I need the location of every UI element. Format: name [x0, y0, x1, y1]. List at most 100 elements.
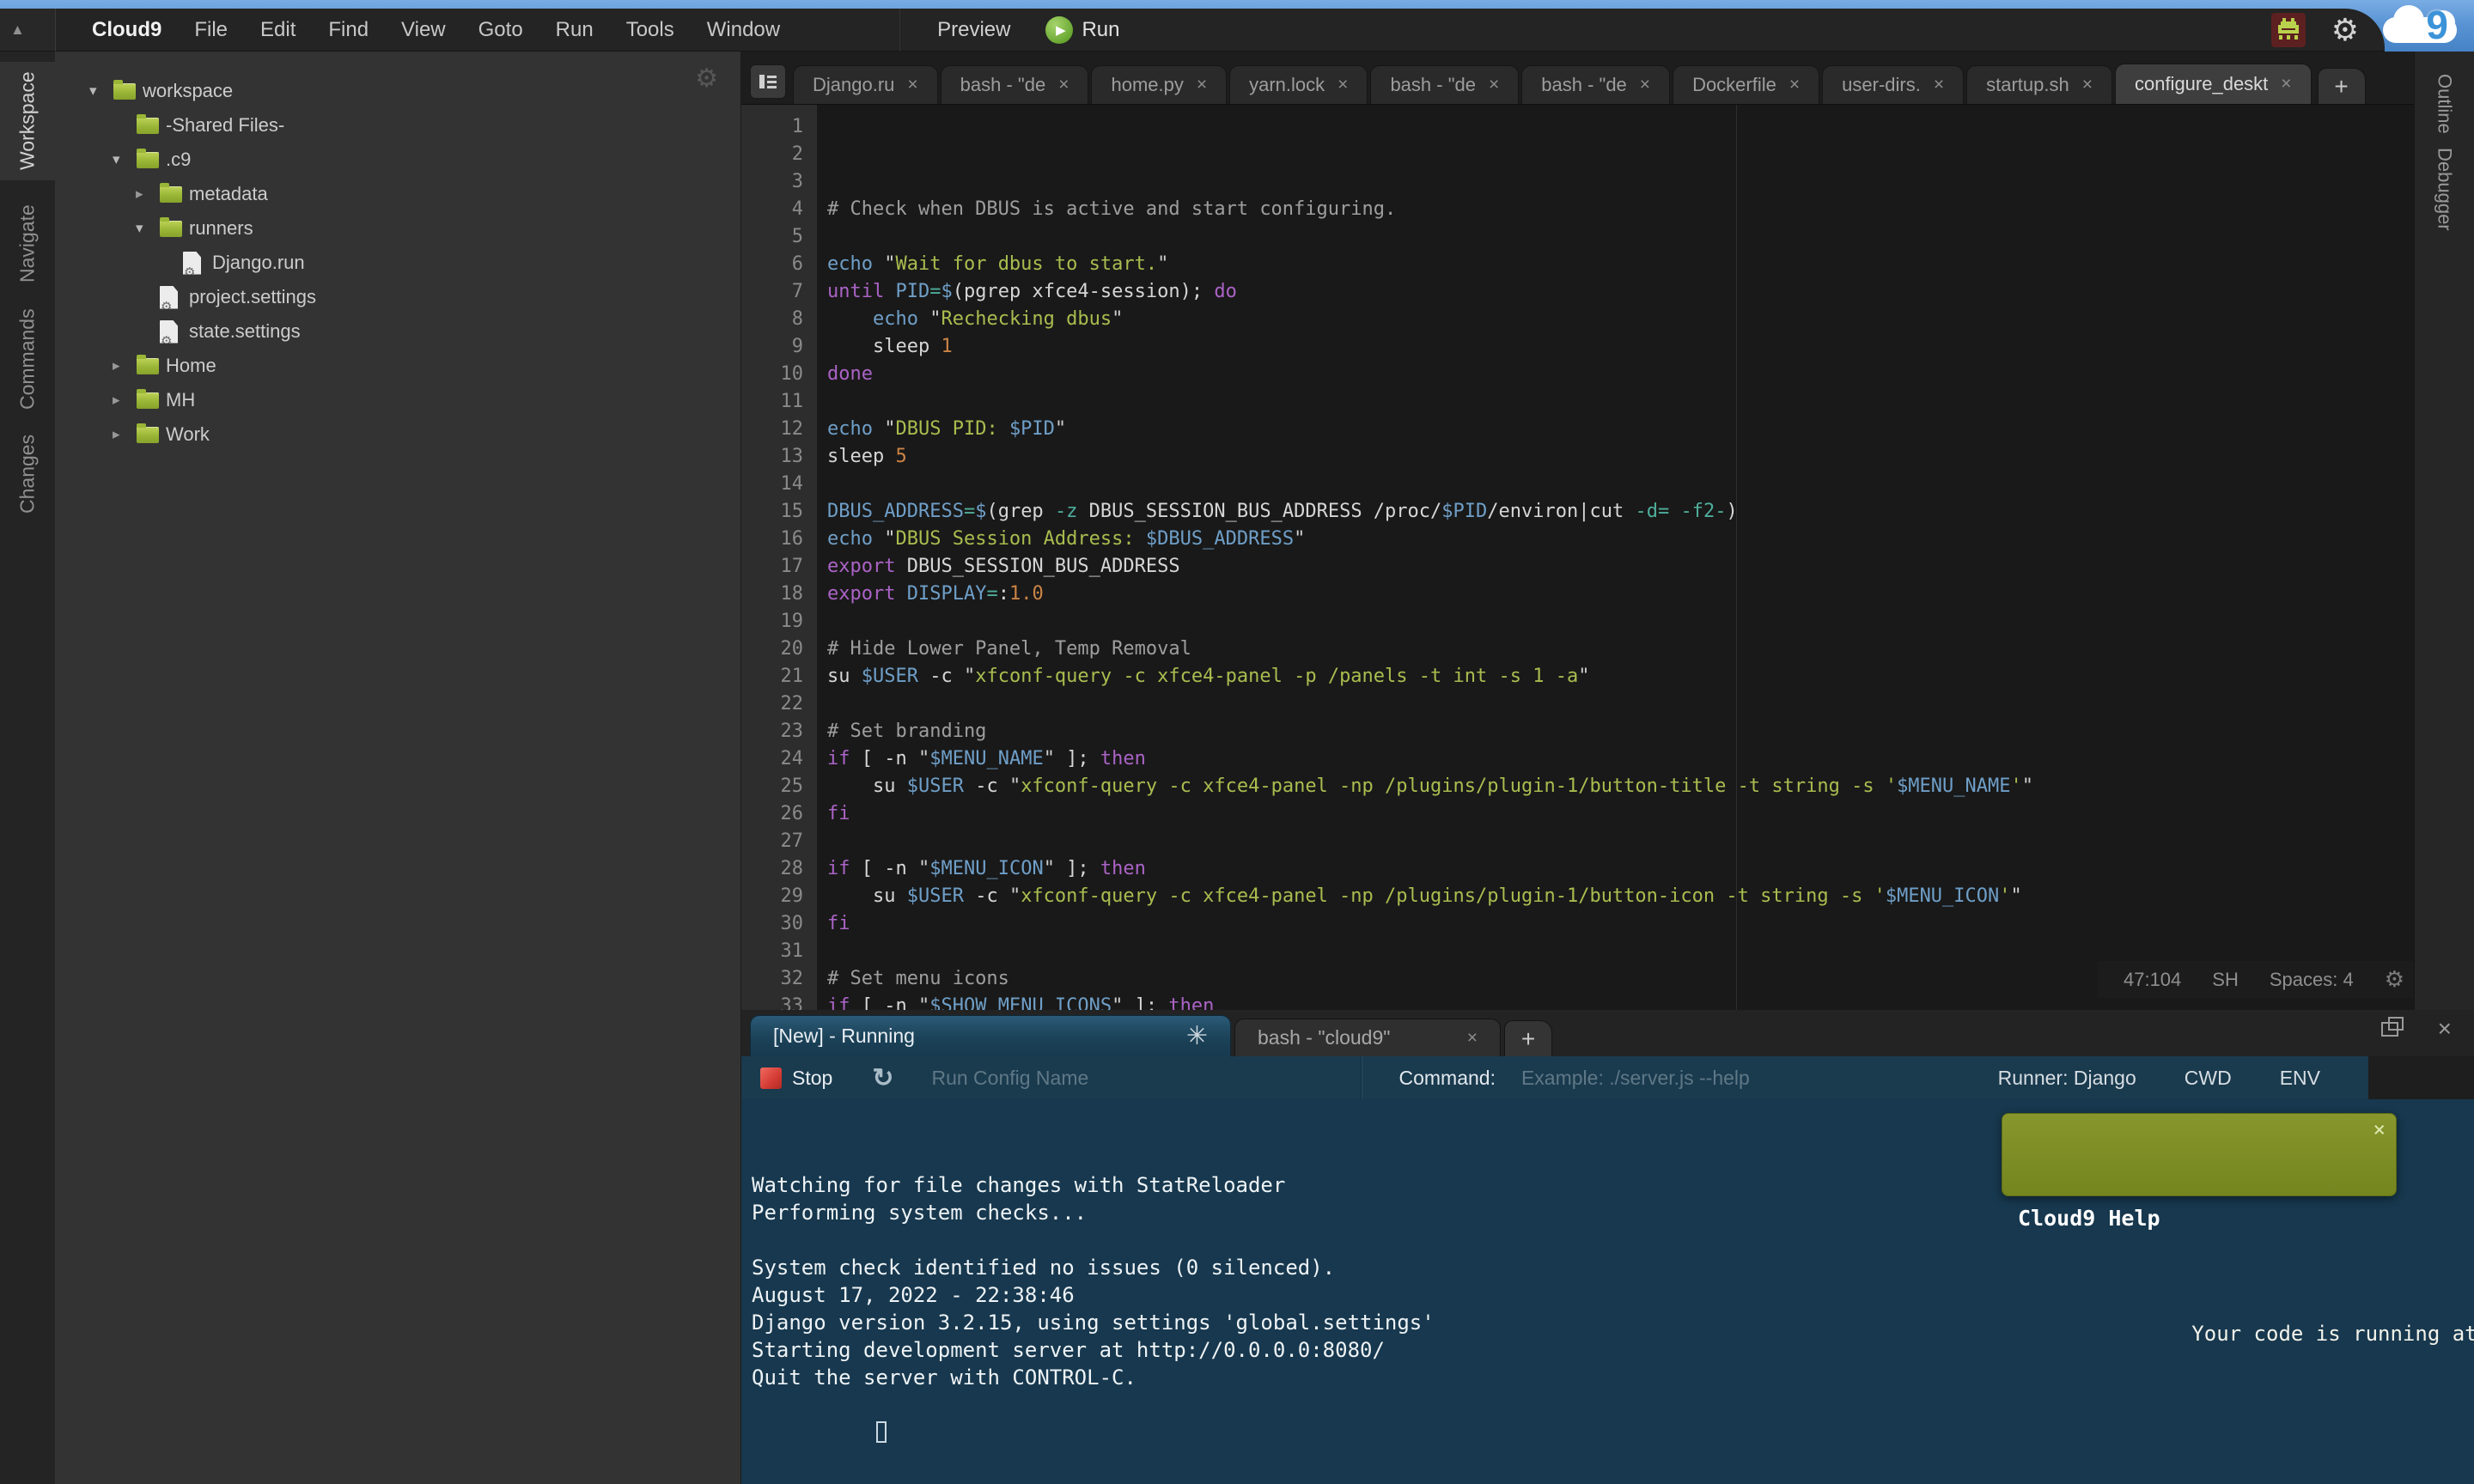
indent-setting[interactable]: Spaces: 4 [2270, 969, 2354, 991]
sidebar-tab-commands[interactable]: Commands [0, 307, 55, 411]
tab-close-icon[interactable]: × [1467, 1028, 1478, 1049]
spinner-icon: ✳ [1186, 1021, 1208, 1051]
menu-items: Cloud9FileEditFindViewGotoRunToolsWindow [56, 18, 796, 42]
code-line [827, 388, 2414, 416]
editor-tab-home-py[interactable]: home.py× [1091, 65, 1227, 104]
tree-open-arrow-icon[interactable]: ▾ [113, 151, 137, 168]
tab-close-icon[interactable]: × [1789, 75, 1800, 95]
tab-close-icon[interactable]: × [1934, 75, 1944, 95]
new-console-tab-button[interactable]: + [1504, 1020, 1552, 1056]
editor-tab-configure-deskt[interactable]: configure_deskt× [2115, 64, 2312, 104]
tree-item-state-settings[interactable]: state.settings [55, 314, 740, 349]
editor-tab-bash-de[interactable]: bash - "de× [941, 65, 1089, 104]
menu-item-edit[interactable]: Edit [244, 18, 312, 42]
refresh-icon[interactable]: ↻ [872, 1063, 893, 1093]
editor-settings-gear-icon[interactable]: ⚙ [2385, 966, 2404, 993]
tree-item-runners[interactable]: ▾runners [55, 211, 740, 246]
window-close-icon[interactable]: × [2438, 1020, 2452, 1037]
preview-button[interactable]: Preview [921, 18, 1027, 42]
tab-list-button[interactable] [750, 64, 786, 99]
tab-close-icon[interactable]: × [2281, 74, 2291, 94]
line-number-gutter: 1234567891011121314151617181920212223242… [741, 105, 817, 1010]
editor-tab-django-ru[interactable]: Django.ru× [793, 65, 938, 104]
runner-selector[interactable]: Runner: Django [1998, 1067, 2136, 1090]
console-tab-bash-cloud9-[interactable]: bash - "cloud9"× [1234, 1019, 1501, 1056]
tree-item--c9[interactable]: ▾.c9 [55, 143, 740, 177]
code-line: export DBUS_SESSION_BUS_ADDRESS [827, 553, 2414, 581]
editor-tab-startup-sh[interactable]: startup.sh× [1966, 65, 2112, 104]
tree-open-arrow-icon[interactable]: ▾ [89, 82, 113, 100]
tree-item-project-settings[interactable]: project.settings [55, 280, 740, 314]
tree-closed-arrow-icon[interactable]: ▸ [113, 357, 137, 374]
code-editor[interactable]: 1234567891011121314151617181920212223242… [741, 105, 2414, 1010]
code-line: done [827, 361, 2414, 388]
menu-item-cloud9[interactable]: Cloud9 [92, 18, 178, 42]
menu-item-goto[interactable]: Goto [462, 18, 539, 42]
editor-tab-user-dirs-[interactable]: user-dirs.× [1822, 65, 1964, 104]
editor-tab-yarn-lock[interactable]: yarn.lock× [1229, 65, 1368, 104]
console-tab--new-running[interactable]: [New] - Running✳ [750, 1015, 1231, 1056]
titlebar: ▲ Cloud9FileEditFindViewGotoRunToolsWind… [0, 0, 2474, 52]
terminal-output[interactable]: Watching for file changes with StatReloa… [741, 1099, 2474, 1484]
tree-item-django-run[interactable]: Django.run [55, 246, 740, 280]
editor-tab-bash-de[interactable]: bash - "de× [1521, 65, 1670, 104]
editor-tab-dockerfile[interactable]: Dockerfile × [1673, 65, 1819, 104]
tree-closed-arrow-icon[interactable]: ▸ [136, 186, 160, 203]
editor-zone: Django.ru×bash - "de×home.py×yarn.lock×b… [741, 52, 2474, 1010]
tab-close-icon[interactable]: × [1197, 75, 1207, 95]
cloud9-logo[interactable]: 9 [2383, 5, 2462, 46]
popup-close-icon[interactable]: × [2373, 1116, 2386, 1143]
tree-closed-arrow-icon[interactable]: ▸ [113, 426, 137, 443]
tab-close-icon[interactable]: × [1338, 75, 1348, 95]
runner-settings: Runner: Django CWD ENV [1998, 1067, 2320, 1090]
tree-item-mh[interactable]: ▸MH [55, 383, 740, 417]
tree-item-work[interactable]: ▸Work [55, 417, 740, 452]
tree-item-metadata[interactable]: ▸ metadata [55, 177, 740, 211]
sidebar-tab-navigate[interactable]: Navigate [0, 192, 55, 295]
sidebar-tab-changes[interactable]: Changes [0, 423, 55, 526]
command-input[interactable] [1521, 1067, 1951, 1090]
menu-item-window[interactable]: Window [691, 18, 796, 42]
code-line: echo "Wait for dbus to start." [827, 251, 2414, 278]
folder-icon [137, 152, 166, 168]
code-line: su $USER -c "xfconf-query -c xfce4-panel… [827, 773, 2414, 800]
cursor-position[interactable]: 47:104 [2124, 969, 2181, 991]
syntax-mode[interactable]: SH [2212, 969, 2239, 991]
menu-item-tools[interactable]: Tools [610, 18, 691, 42]
menu-item-find[interactable]: Find [312, 18, 385, 42]
tab-close-icon[interactable]: × [1058, 75, 1069, 95]
tree-closed-arrow-icon[interactable]: ▸ [113, 392, 137, 409]
editor-tab-label: Dockerfile [1692, 74, 1776, 96]
tree-item-label: metadata [189, 183, 268, 205]
editor-tab-bash-de[interactable]: bash - "de× [1370, 65, 1519, 104]
bug-icon[interactable] [2271, 13, 2306, 47]
run-config-name-input[interactable] [931, 1067, 1232, 1090]
tab-close-icon[interactable]: × [907, 75, 917, 95]
tree-item-workspace[interactable]: ▾workspace [55, 74, 740, 108]
tab-close-icon[interactable]: × [2082, 75, 2093, 95]
window-restore-icon[interactable] [2381, 1022, 2398, 1037]
menu-item-file[interactable]: File [178, 18, 244, 42]
tree-settings-gear-icon[interactable]: ⚙ [695, 64, 718, 94]
sidebar-tab-workspace[interactable]: Workspace [0, 62, 55, 180]
tree-open-arrow-icon[interactable]: ▾ [136, 220, 160, 237]
panel-tab-debugger[interactable]: Debugger [2434, 148, 2456, 231]
run-button[interactable]: ▶ Run [1045, 16, 1119, 44]
new-tab-button[interactable]: + [2318, 68, 2366, 104]
line-number: 6 [741, 251, 803, 278]
panel-window-controls: × [2381, 1020, 2452, 1037]
cwd-button[interactable]: CWD [2185, 1067, 2232, 1090]
tree-item-home[interactable]: ▸Home [55, 349, 740, 383]
menu-collapse-button[interactable]: ▲ [0, 9, 55, 52]
tab-list-icon [759, 75, 777, 88]
menu-item-view[interactable]: View [385, 18, 462, 42]
menu-item-run[interactable]: Run [539, 18, 610, 42]
panel-tab-outline[interactable]: Outline [2434, 74, 2456, 134]
tab-close-icon[interactable]: × [1640, 75, 1650, 95]
code-line: if [ -n "$MENU_NAME" ]; then [827, 745, 2414, 773]
stop-button[interactable]: Stop [760, 1067, 832, 1090]
gear-icon[interactable]: ⚙ [2331, 13, 2359, 47]
tree-item--shared-files-[interactable]: -Shared Files- [55, 108, 740, 143]
tab-close-icon[interactable]: × [1489, 75, 1499, 95]
env-button[interactable]: ENV [2280, 1067, 2320, 1090]
